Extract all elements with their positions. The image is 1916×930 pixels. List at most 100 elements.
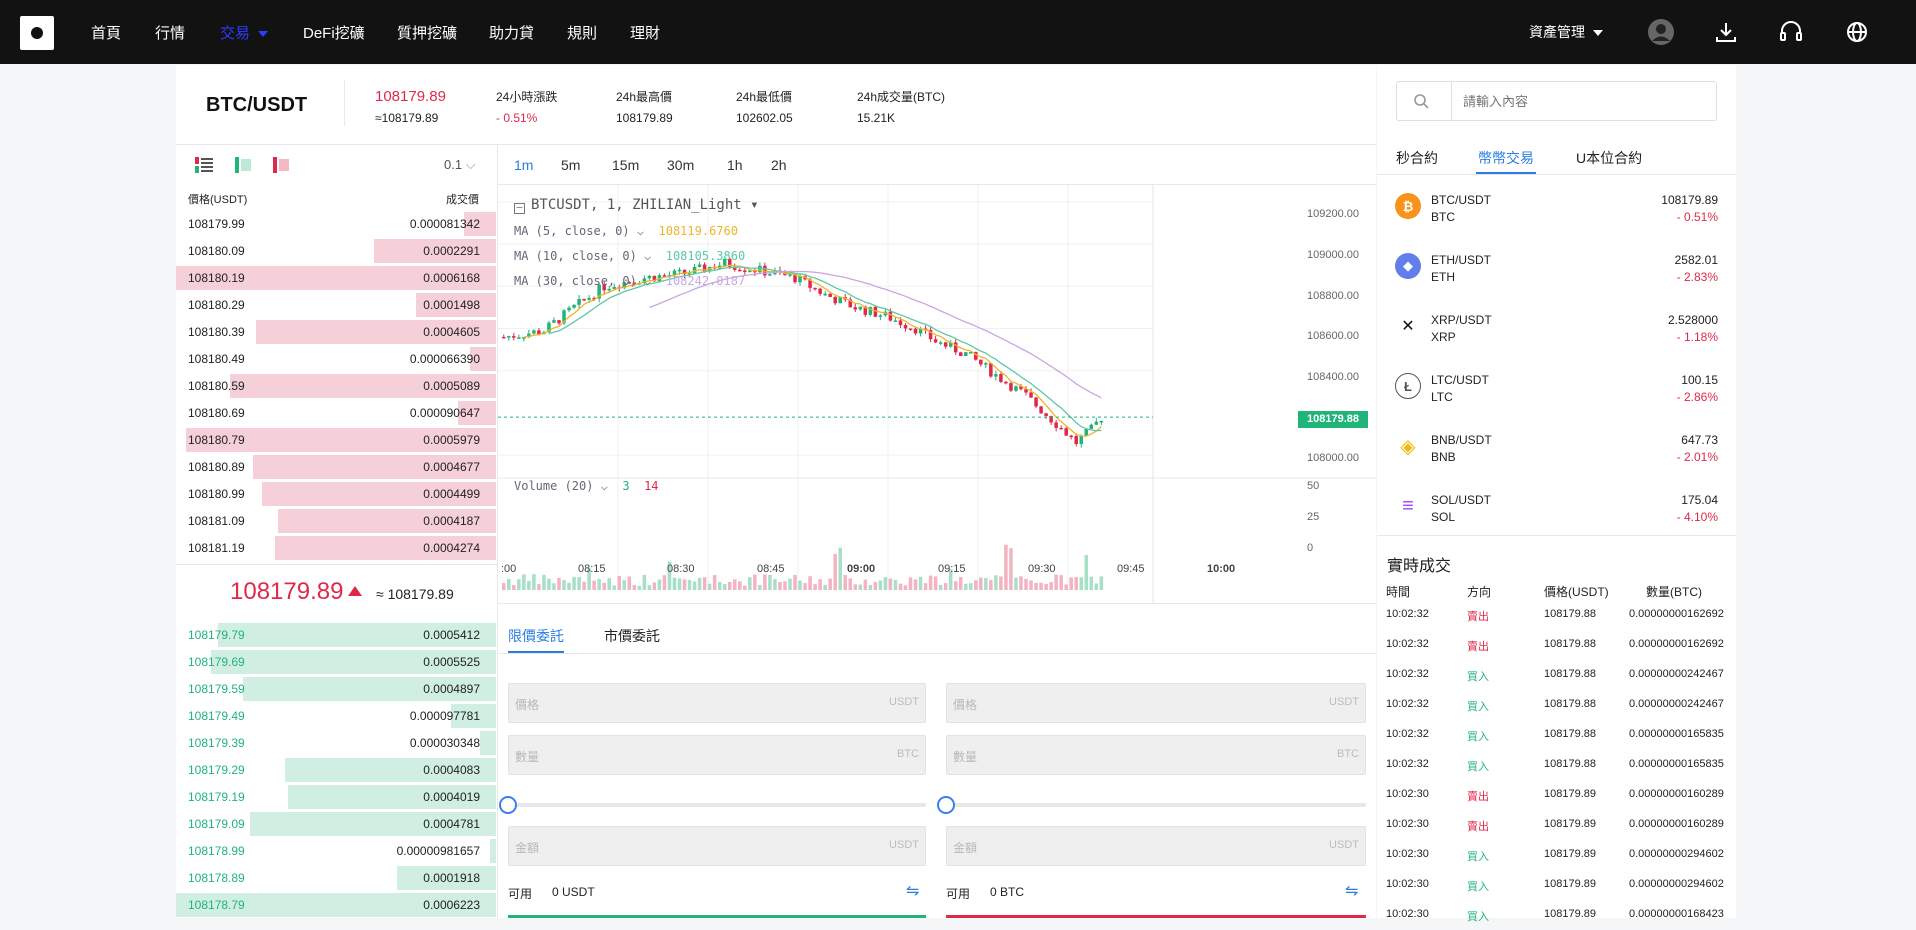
bid-row[interactable]: 108178.89 0.0001918 <box>176 865 496 891</box>
buy-price-field[interactable]: 價格 USDT <box>508 683 926 723</box>
transfer-swap-icon[interactable]: ⇋ <box>1345 881 1358 901</box>
nav-staking[interactable]: 質押挖礦 <box>397 22 457 43</box>
candlestick-chart[interactable] <box>498 185 1376 603</box>
volume-bar <box>863 579 868 590</box>
candle-body <box>1044 413 1048 417</box>
book-both-view-icon[interactable] <box>195 157 213 178</box>
nav-finance[interactable]: 理財 <box>630 22 660 43</box>
buy-qty-field[interactable]: 數量 BTC <box>508 735 926 775</box>
volume-bar <box>682 579 687 590</box>
ask-row[interactable]: 108180.99 0.0004499 <box>176 481 496 507</box>
volume-bar <box>702 577 707 590</box>
bid-row[interactable]: 108179.29 0.0004083 <box>176 757 496 783</box>
volume-bar <box>697 577 702 590</box>
market-search-box[interactable] <box>1396 81 1717 121</box>
market-row-btc[interactable]: ₿ BTC/USDT BTC 108179.89 - 0.51% <box>1377 175 1736 235</box>
bid-row[interactable]: 108178.99 0.00000981657 <box>176 838 496 864</box>
market-row-sol[interactable]: ≡ SOL/USDT SOL 175.04 - 4.10% <box>1377 475 1736 535</box>
sell-price-field[interactable]: 價格 USDT <box>946 683 1366 723</box>
market-row-ltc[interactable]: Ł LTC/USDT LTC 100.15 - 2.86% <box>1377 355 1736 415</box>
nav-loan[interactable]: 助力貸 <box>489 22 534 43</box>
nav-home[interactable]: 首頁 <box>91 22 121 43</box>
trade-row: 10:02:32 賣出 108179.88 0.00000000162692 <box>1377 630 1736 660</box>
volume-bar <box>1079 577 1084 590</box>
nav-defi-mining[interactable]: DeFi挖礦 <box>303 22 365 43</box>
bid-row[interactable]: 108178.79 0.0006223 <box>176 892 496 918</box>
chart-symbol-line[interactable]: – BTCUSDT, 1, ZHILIAN_Light ▾ <box>514 197 759 214</box>
book-asks-view-icon[interactable] <box>273 157 289 178</box>
tab-second-contract[interactable]: 秒合約 <box>1396 148 1438 168</box>
volume-bar <box>1009 548 1013 590</box>
bid-row[interactable]: 108179.59 0.0004897 <box>176 676 496 702</box>
tab-usdt-contract[interactable]: U本位合約 <box>1576 148 1642 168</box>
ma30-legend[interactable]: MA (30, close, 0) ⌵ 108242.0187 <box>514 274 745 288</box>
market-row-eth[interactable]: ◆ ETH/USDT ETH 2582.01 - 2.83% <box>1377 235 1736 295</box>
ask-row[interactable]: 108180.59 0.0005089 <box>176 373 496 399</box>
search-input[interactable] <box>1463 91 1703 111</box>
bid-row[interactable]: 108179.09 0.0004781 <box>176 811 496 837</box>
bid-row[interactable]: 108179.19 0.0004019 <box>176 784 496 810</box>
headset-support-icon[interactable] <box>1776 17 1806 47</box>
timeframe-1m[interactable]: 1m <box>514 157 533 173</box>
site-logo[interactable] <box>20 16 54 50</box>
ask-qty: 0.000090647 <box>409 406 480 420</box>
sell-qty-field[interactable]: 數量 BTC <box>946 735 1366 775</box>
tab-limit-order[interactable]: 限價委託 <box>508 626 564 646</box>
ask-row[interactable]: 108180.39 0.0004605 <box>176 319 496 345</box>
globe-language-icon[interactable] <box>1842 17 1872 47</box>
ask-row[interactable]: 108180.29 0.0001498 <box>176 292 496 318</box>
volume-bar <box>692 581 697 590</box>
trade-time: 10:02:30 <box>1386 788 1429 800</box>
candle-body <box>979 359 983 365</box>
tab-market-order[interactable]: 市價委託 <box>604 626 660 646</box>
ask-row[interactable]: 108180.09 0.0002291 <box>176 238 496 264</box>
nav-rules[interactable]: 規則 <box>567 22 597 43</box>
volume-legend[interactable]: Volume (20) ⌵ 3 14 <box>514 479 659 493</box>
market-row-bnb[interactable]: ◈ BNB/USDT BNB 647.73 - 2.01% <box>1377 415 1736 475</box>
market-change: - 0.51% <box>1676 210 1718 224</box>
ma10-legend[interactable]: MA (10, close, 0) ⌵ 108105.3860 <box>514 249 745 263</box>
nav-market[interactable]: 行情 <box>155 22 185 43</box>
user-avatar-icon[interactable] <box>1646 17 1676 47</box>
buy-amount-field[interactable]: 金額 USDT <box>508 826 926 866</box>
asset-management-menu[interactable]: 資產管理 <box>1529 22 1603 42</box>
timeframe-1h[interactable]: 1h <box>727 157 743 173</box>
ask-row[interactable]: 108180.69 0.000090647 <box>176 400 496 426</box>
nav-trade[interactable]: 交易 <box>220 22 269 43</box>
ask-row[interactable]: 108179.99 0.000081342 <box>176 211 496 237</box>
download-icon[interactable] <box>1711 17 1741 47</box>
buy-slider-handle[interactable] <box>499 796 517 814</box>
sell-slider-handle[interactable] <box>937 796 955 814</box>
precision-select[interactable]: 0.1 ⌵ <box>444 157 476 173</box>
volume-bar <box>1094 583 1099 590</box>
book-bids-view-icon[interactable] <box>235 157 251 178</box>
transfer-swap-icon[interactable]: ⇋ <box>906 881 919 901</box>
buy-percent-slider[interactable] <box>508 803 926 807</box>
ask-row[interactable]: 108180.49 0.000066390 <box>176 346 496 372</box>
candle-body <box>1094 421 1099 425</box>
bid-row[interactable]: 108179.69 0.0005525 <box>176 649 496 675</box>
tab-spot-trading[interactable]: 幣幣交易 <box>1478 148 1534 168</box>
bid-price: 108179.29 <box>188 763 245 777</box>
volume-bar <box>722 584 727 590</box>
ask-row[interactable]: 108181.19 0.0004274 <box>176 535 496 561</box>
ask-price: 108181.09 <box>188 514 245 528</box>
bid-row[interactable]: 108179.39 0.000030348 <box>176 730 496 756</box>
timeframe-5m[interactable]: 5m <box>561 157 580 173</box>
change-label: 24小時漲跌 <box>496 90 558 104</box>
ma5-legend[interactable]: MA (5, close, 0) ⌵ 108119.6760 <box>514 224 738 238</box>
timeframe-2h[interactable]: 2h <box>771 157 787 173</box>
timeframe-30m[interactable]: 30m <box>667 157 694 173</box>
ask-row[interactable]: 108180.89 0.0004677 <box>176 454 496 480</box>
sell-amount-field[interactable]: 金額 USDT <box>946 826 1366 866</box>
bid-row[interactable]: 108179.49 0.000097781 <box>176 703 496 729</box>
ask-row[interactable]: 108180.19 0.0006168 <box>176 265 496 291</box>
bid-row[interactable]: 108179.79 0.0005412 <box>176 622 496 648</box>
trade-side: 買入 <box>1467 911 1489 923</box>
ask-row[interactable]: 108181.09 0.0004187 <box>176 508 496 534</box>
timeframe-15m[interactable]: 15m <box>612 157 639 173</box>
sell-percent-slider[interactable] <box>946 803 1366 807</box>
mid-price-approx: ≈ 108179.89 <box>376 586 454 602</box>
ask-row[interactable]: 108180.79 0.0005979 <box>176 427 496 453</box>
market-row-xrp[interactable]: ✕ XRP/USDT XRP 2.528000 - 1.18% <box>1377 295 1736 355</box>
